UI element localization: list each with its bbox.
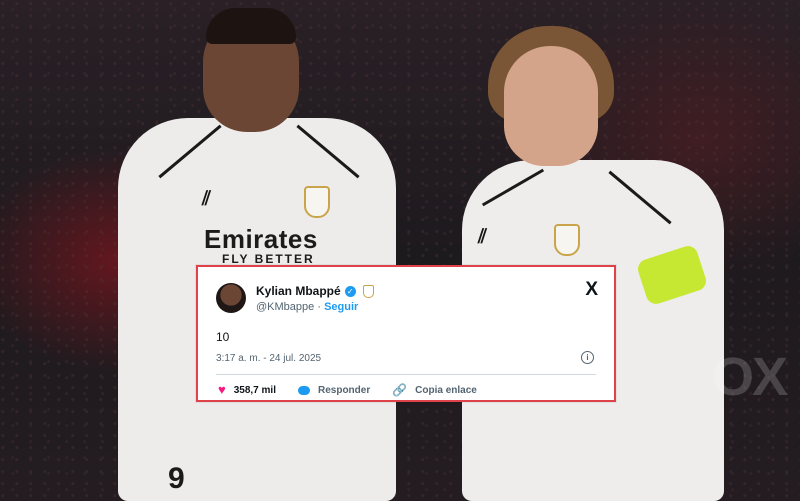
left-player-hair (206, 8, 296, 44)
like-count: 358,7 mil (233, 384, 276, 396)
copy-link-button[interactable]: 🔗 Copia enlace (392, 383, 477, 397)
tweet-card[interactable]: Kylian Mbappé ✓ @KMbappe · Seguir X 10 3… (196, 265, 616, 402)
info-icon[interactable]: i (581, 351, 594, 364)
action-bar: ♥ 358,7 mil Responder 🔗 Copia enlace (218, 383, 499, 397)
separator: · (317, 301, 321, 313)
club-crest (554, 224, 580, 256)
author-name[interactable]: Kylian Mbappé (256, 284, 341, 298)
author-row: Kylian Mbappé ✓ (256, 284, 374, 298)
club-badge-icon (362, 284, 374, 298)
avatar[interactable] (216, 283, 246, 313)
like-button[interactable]: ♥ 358,7 mil (218, 382, 276, 397)
adidas-logo: ⫽ (478, 226, 487, 248)
divider (216, 374, 596, 375)
tweet-timestamp[interactable]: 3:17 a. m. - 24 jul. 2025 (216, 353, 321, 364)
reply-button[interactable]: Responder (297, 384, 371, 396)
link-icon: 🔗 (392, 383, 408, 397)
follow-button[interactable]: Seguir (324, 301, 358, 313)
copy-link-label: Copia enlace (415, 384, 477, 396)
club-crest (304, 186, 330, 218)
x-logo-icon[interactable]: X (585, 279, 598, 301)
heart-icon: ♥ (218, 382, 226, 397)
reply-label: Responder (317, 384, 371, 396)
handle-row: @KMbappe · Seguir (256, 301, 358, 313)
sponsor-subtext: FLY BETTER (222, 252, 315, 266)
speech-bubble-icon (297, 385, 310, 395)
watermark: OX (711, 347, 788, 407)
author-handle[interactable]: @KMbappe (256, 301, 314, 313)
adidas-logo: ⫽ (202, 188, 211, 210)
right-player-head (504, 46, 598, 166)
sponsor-text: Emirates (204, 224, 318, 254)
tweet-text: 10 (216, 330, 230, 344)
shirt-number: 9 (168, 462, 185, 495)
verified-check-icon: ✓ (344, 285, 356, 297)
